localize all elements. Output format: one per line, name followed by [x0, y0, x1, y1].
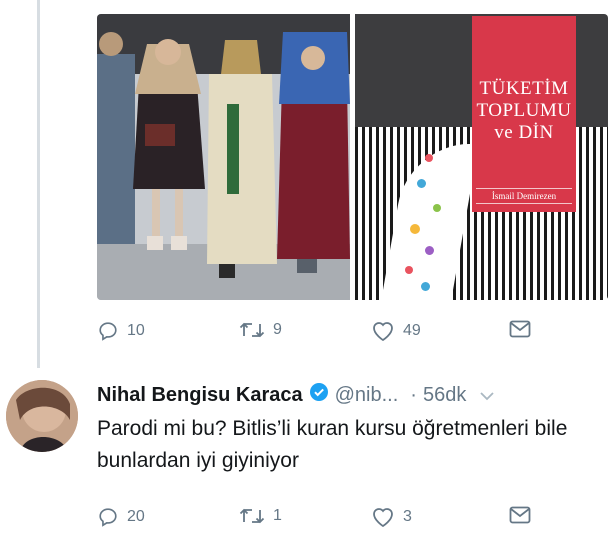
reply-count: 20 [127, 508, 145, 525]
tweet-text: Parodi mi bu? Bitlis’li kuran kursu öğre… [97, 417, 568, 472]
runway-photo-illustration [97, 14, 350, 300]
timestamp[interactable]: 56dk [423, 384, 466, 407]
cover-title-line1: TÜKETİM [479, 78, 569, 99]
decor-dot [425, 246, 434, 255]
decor-dot [433, 204, 441, 212]
tweet-media-runway-photo[interactable] [97, 14, 350, 300]
decor-dot [410, 224, 420, 234]
cover-title-line3: ve DİN [494, 122, 554, 143]
avatar-image [6, 380, 78, 452]
decor-dot [405, 266, 413, 274]
tweet2-action-bar: 20 1 3 [97, 506, 537, 530]
display-name[interactable]: Nihal Bengisu Karaca [97, 384, 303, 407]
cover-title-line2: TOPLUMU [476, 100, 572, 121]
like-icon [373, 508, 393, 528]
like-button[interactable]: 3 [371, 506, 412, 528]
retweet-button[interactable]: 9 [239, 320, 282, 340]
reply-count: 10 [127, 322, 145, 339]
retweet-count: 1 [273, 507, 282, 524]
tweet-media-book-cover[interactable]: TÜKETİM TOPLUMU ve DİN İsmail Demirezen [355, 14, 608, 300]
tweet2-header: Nihal Bengisu Karaca @nib... · 56dk [97, 381, 607, 409]
reply-icon [99, 322, 117, 341]
like-count: 3 [403, 508, 412, 525]
decor-dot [417, 179, 426, 188]
separator-dot: · [410, 383, 417, 406]
message-button[interactable] [509, 506, 531, 524]
retweet-icon [239, 508, 265, 524]
reply-button[interactable]: 20 [97, 506, 145, 528]
cover-author: İsmail Demirezen [476, 188, 572, 204]
message-icon [509, 320, 531, 338]
verified-icon [309, 382, 329, 408]
tweet1-action-bar: 10 9 49 [97, 320, 537, 344]
retweet-button[interactable]: 1 [239, 506, 282, 526]
decor-dot [421, 282, 430, 291]
message-button[interactable] [509, 320, 531, 338]
chevron-down-icon[interactable] [480, 384, 494, 407]
cover-title-panel: TÜKETİM TOPLUMU ve DİN İsmail Demirezen [472, 16, 576, 212]
avatar[interactable] [6, 380, 78, 452]
user-handle[interactable]: @nib... [335, 384, 399, 407]
reply-icon [99, 508, 117, 527]
message-icon [509, 506, 531, 524]
like-button[interactable]: 49 [371, 320, 421, 342]
retweet-count: 9 [273, 321, 282, 338]
thread-connector-line [37, 0, 40, 368]
reply-button[interactable]: 10 [97, 320, 145, 342]
cover-title: TÜKETİM TOPLUMU ve DİN [472, 78, 576, 144]
retweet-icon [239, 322, 265, 338]
like-count: 49 [403, 322, 421, 339]
decor-dot [425, 154, 433, 162]
like-icon [373, 322, 393, 342]
